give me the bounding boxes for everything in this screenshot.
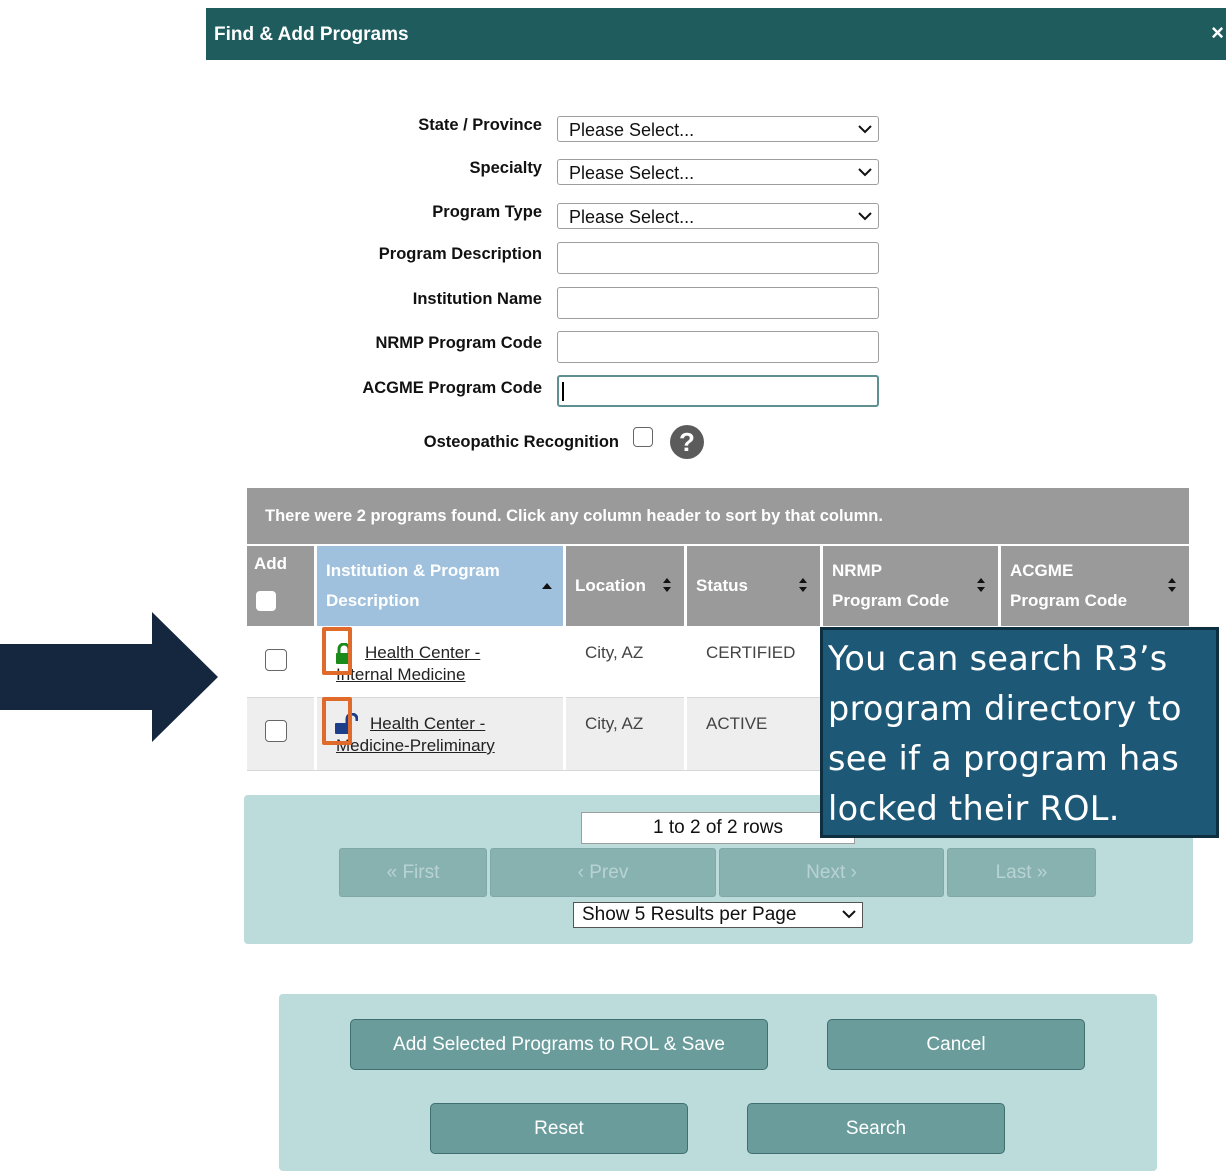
institution-name-input[interactable] <box>557 287 879 319</box>
search-button[interactable]: Search <box>747 1103 1005 1154</box>
row-add-checkbox[interactable] <box>265 649 287 671</box>
osteopathic-checkbox[interactable] <box>633 427 653 447</box>
column-header-add[interactable]: Add <box>247 546 314 626</box>
cancel-button[interactable]: Cancel <box>827 1019 1085 1070</box>
last-page-button[interactable]: Last » <box>947 848 1096 897</box>
next-page-button[interactable]: Next › <box>719 848 944 897</box>
state-select[interactable]: Please Select... <box>557 116 879 142</box>
nrmp-code-input[interactable] <box>557 331 879 363</box>
specialty-select-value: Please Select... <box>569 163 695 183</box>
program-description-label: Program Description <box>378 245 542 263</box>
column-header-location[interactable]: Location <box>566 546 684 626</box>
column-header-nrmp-line2: Program Code <box>832 591 950 610</box>
column-header-location-label: Location <box>575 576 646 595</box>
sort-ascending-icon <box>542 583 552 589</box>
dialog-titlebar: Find & Add Programs × <box>206 8 1226 60</box>
reset-button[interactable]: Reset <box>430 1103 688 1154</box>
results-per-page-value: Show 5 Results per Page <box>582 904 797 925</box>
column-header-institution[interactable]: Institution & Program Description <box>317 546 563 626</box>
status-cell: ACTIVE <box>706 714 768 733</box>
lock-highlight-box <box>322 697 352 745</box>
acgme-code-label: ACGME Program Code <box>362 379 542 397</box>
callout-line: locked their ROL. <box>828 789 1120 828</box>
specialty-label: Specialty <box>469 159 542 177</box>
nrmp-code-label: NRMP Program Code <box>375 334 542 352</box>
state-select-value: Please Select... <box>569 120 695 140</box>
column-header-status[interactable]: Status <box>687 546 820 626</box>
prev-page-button[interactable]: ‹ Prev <box>490 848 716 897</box>
chevron-down-icon <box>858 212 872 221</box>
first-page-button[interactable]: « First <box>339 848 487 897</box>
program-link[interactable]: Health Center - Internal Medicine <box>336 642 480 686</box>
column-header-acgme-line2: Program Code <box>1010 591 1128 610</box>
text-caret <box>562 382 564 401</box>
program-type-label: Program Type <box>432 203 542 221</box>
callout-line: program directory to <box>828 689 1182 728</box>
column-header-institution-line2: Description <box>326 591 420 610</box>
chevron-down-icon <box>842 910 856 919</box>
select-all-checkbox[interactable] <box>256 591 276 611</box>
close-icon[interactable]: × <box>1211 20 1224 46</box>
column-separator <box>563 626 566 770</box>
results-summary: There were 2 programs found. Click any c… <box>247 488 1189 544</box>
annotation-arrow-icon <box>0 612 218 742</box>
chevron-down-icon <box>858 168 872 177</box>
column-header-acgme-line1: ACGME <box>1010 561 1074 580</box>
column-separator <box>684 626 687 770</box>
sort-icon <box>1168 578 1176 592</box>
dialog-title: Find & Add Programs <box>214 24 409 45</box>
program-description-input[interactable] <box>557 242 879 274</box>
acgme-code-input[interactable] <box>557 375 879 407</box>
program-link-line2: Medicine-Preliminary <box>336 736 495 755</box>
sort-icon <box>663 578 671 592</box>
column-header-nrmp-line1: NRMP <box>832 561 883 580</box>
location-cell: City, AZ <box>585 714 644 733</box>
program-type-select[interactable]: Please Select... <box>557 203 879 229</box>
results-per-page-select[interactable]: Show 5 Results per Page <box>573 902 863 928</box>
program-link-line1: Health Center - <box>370 714 486 733</box>
callout-line: see if a program has <box>828 739 1180 778</box>
column-separator <box>314 626 317 770</box>
lock-highlight-box <box>322 627 352 675</box>
osteopathic-label: Osteopathic Recognition <box>423 433 619 451</box>
chevron-down-icon <box>858 125 872 134</box>
help-icon[interactable]: ? <box>670 425 704 459</box>
location-cell: City, AZ <box>585 643 644 662</box>
column-header-status-label: Status <box>696 576 748 595</box>
sort-icon <box>977 578 985 592</box>
state-label: State / Province <box>418 116 542 134</box>
column-header-acgme[interactable]: ACGME Program Code <box>1001 546 1189 626</box>
column-header-add-label: Add <box>254 554 288 573</box>
program-type-select-value: Please Select... <box>569 207 695 227</box>
column-header-institution-line1: Institution & Program <box>326 561 500 580</box>
specialty-select[interactable]: Please Select... <box>557 159 879 185</box>
row-add-checkbox[interactable] <box>265 720 287 742</box>
add-selected-save-button[interactable]: Add Selected Programs to ROL & Save <box>350 1019 768 1070</box>
status-cell: CERTIFIED <box>706 643 796 662</box>
rows-info: 1 to 2 of 2 rows <box>581 812 855 844</box>
callout-line: You can search R3’s <box>828 639 1168 678</box>
institution-name-label: Institution Name <box>412 290 542 308</box>
program-link[interactable]: Health Center - Medicine-Preliminary <box>336 713 495 757</box>
column-header-nrmp[interactable]: NRMP Program Code <box>823 546 998 626</box>
program-link-line2: Internal Medicine <box>336 665 466 684</box>
program-link-line1: Health Center - <box>365 643 481 662</box>
annotation-callout: You can search R3’s program directory to… <box>820 627 1219 838</box>
sort-icon <box>799 578 807 592</box>
